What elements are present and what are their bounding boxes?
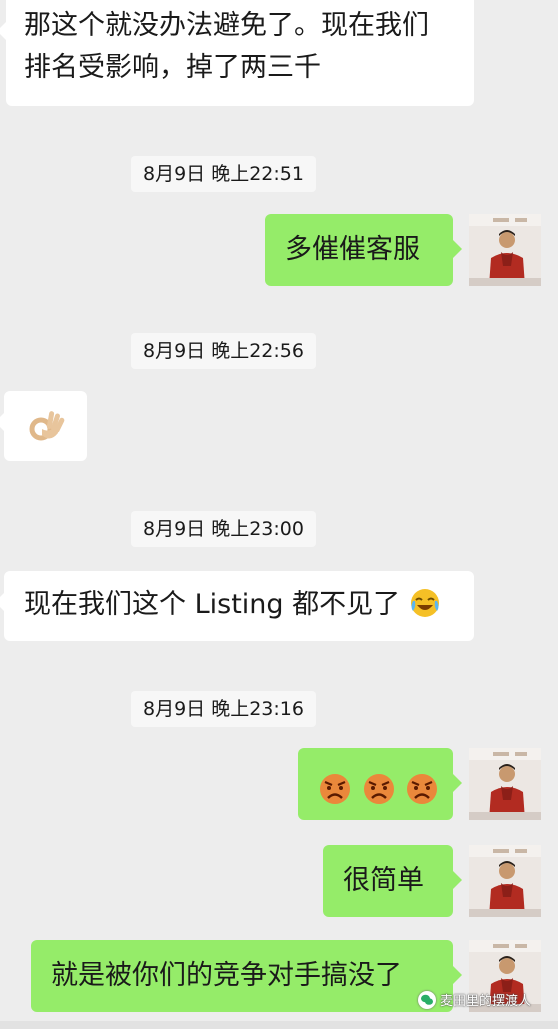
message-bubble-right[interactable]: 多催催客服: [265, 214, 462, 286]
watermark-text: 麦田里的摆渡人: [440, 994, 532, 1009]
avatar[interactable]: [469, 845, 541, 917]
message-text: 很简单: [343, 865, 424, 896]
avatar[interactable]: [469, 748, 541, 820]
user-avatar-icon: [469, 748, 541, 820]
message-text: 那这个就没办法避免了。现在我们: [24, 10, 429, 41]
angry-face-emoji: [320, 773, 350, 804]
chat-view: 那这个就没办法避免了。现在我们 排名受影响，掉了两三千 8月9日 晚上22:51…: [0, 0, 558, 1029]
user-avatar-icon: [469, 214, 541, 286]
timestamp: 8月9日 晚上22:51: [131, 156, 316, 192]
timestamp: 8月9日 晚上23:00: [131, 511, 316, 547]
message-bubble-right[interactable]: [298, 748, 462, 820]
message-bubble-left[interactable]: 那这个就没办法避免了。现在我们 排名受影响，掉了两三千: [0, 0, 474, 106]
message-text: 现在我们这个 Listing 都不见了: [24, 589, 401, 620]
message-text: 多催催客服: [285, 234, 420, 265]
bottom-edge: [0, 1021, 558, 1029]
timestamp: 8月9日 晚上22:56: [131, 333, 316, 369]
message-bubble-left[interactable]: 现在我们这个 Listing 都不见了: [0, 571, 474, 641]
message-bubble-right[interactable]: 就是被你们的竞争对手搞没了: [31, 940, 462, 1012]
angry-face-emoji: [407, 773, 438, 804]
timestamp: 8月9日 晚上23:16: [131, 691, 316, 727]
ok-hand-emoji: [29, 411, 65, 441]
message-bubble-left[interactable]: [0, 391, 87, 461]
message-bubble-right[interactable]: 很简单: [323, 845, 462, 917]
message-text: 排名受影响，掉了两三千: [24, 52, 321, 83]
crying-laughing-emoji: [410, 588, 439, 617]
avatar[interactable]: [469, 214, 541, 286]
wechat-logo-icon: [418, 990, 436, 1009]
angry-face-emoji: [363, 773, 394, 804]
watermark: 麦田里的摆渡人: [418, 990, 531, 1009]
message-text: 就是被你们的竞争对手搞没了: [51, 960, 402, 991]
user-avatar-icon: [469, 845, 541, 917]
